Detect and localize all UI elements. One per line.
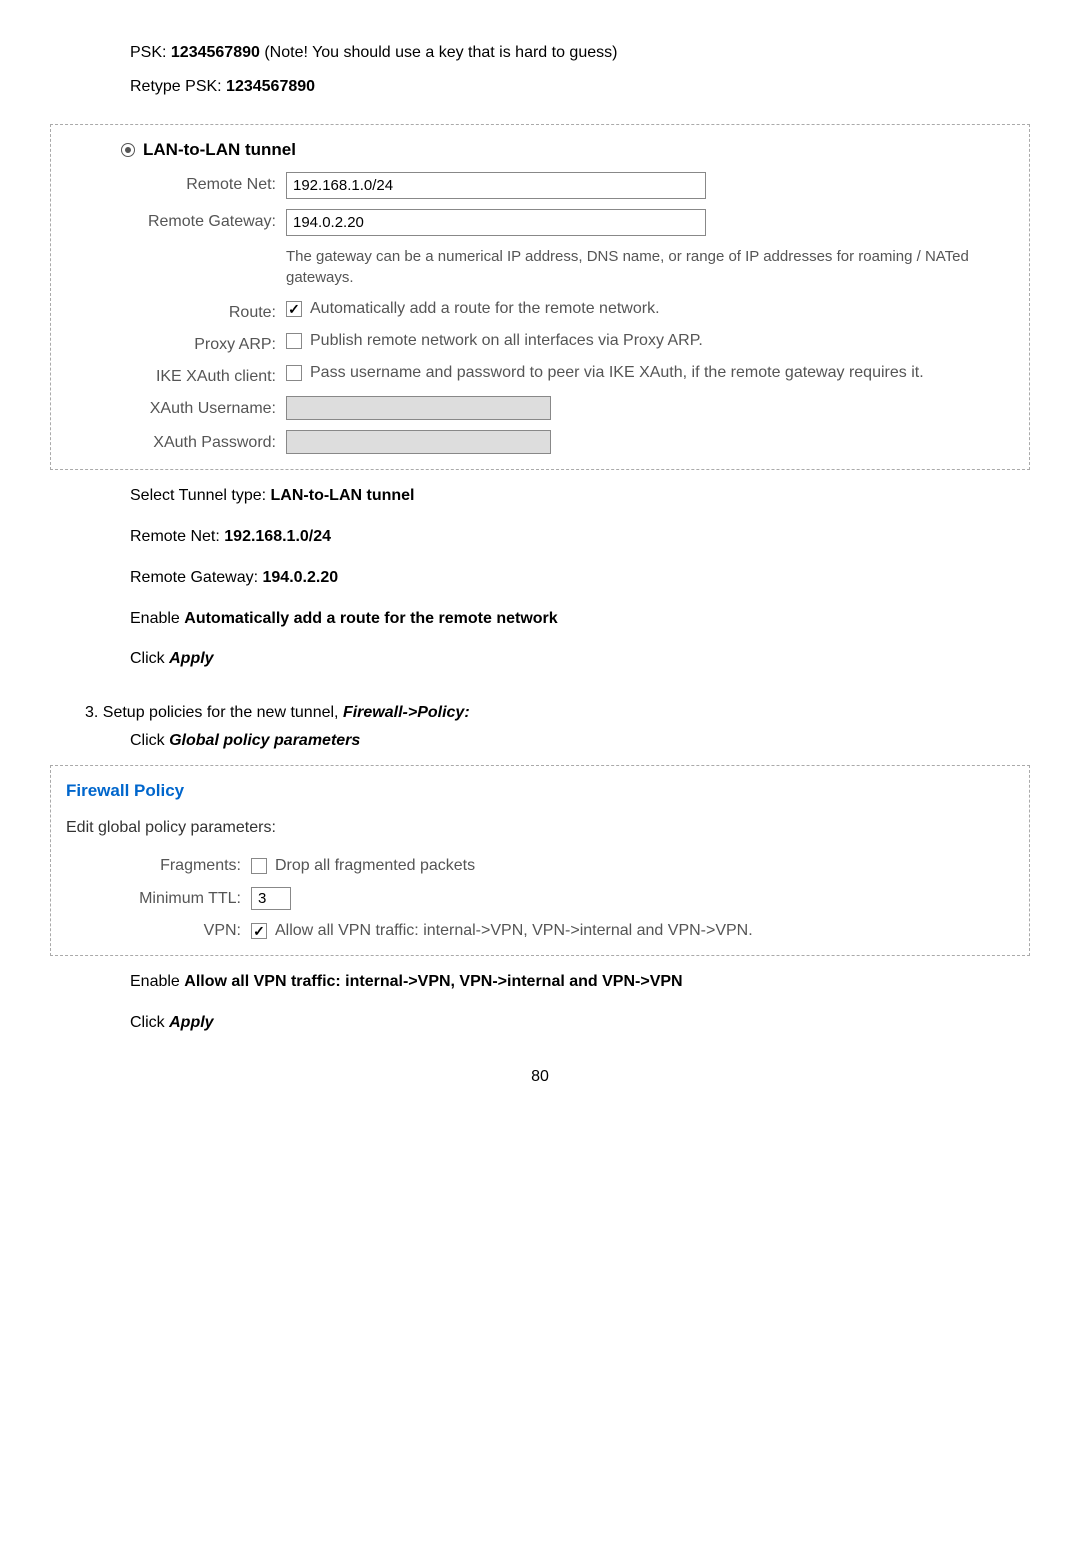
lan-tunnel-panel: LAN-to-LAN tunnel Remote Net: Remote Gat…	[50, 124, 1030, 470]
psk-line: PSK: 1234567890 (Note! You should use a …	[130, 40, 1030, 66]
remote-net-row: Remote Net:	[121, 172, 1019, 199]
vpn-label: VPN:	[121, 922, 251, 940]
step3-pre: 3. Setup policies for the new tunnel,	[85, 704, 343, 721]
xauth-password-input	[286, 430, 551, 454]
retype-psk-line: Retype PSK: 1234567890	[130, 74, 1030, 100]
proxy-arp-text: Publish remote network on all interfaces…	[310, 332, 703, 350]
lan-tunnel-radio[interactable]	[121, 143, 135, 157]
remote-net-input[interactable]	[286, 172, 706, 199]
click-apply2-line: Click Apply	[130, 1009, 1030, 1038]
remote-net-pre: Remote Net:	[130, 528, 224, 545]
fragments-checkbox[interactable]	[251, 858, 267, 874]
remote-net-bold: 192.168.1.0/24	[224, 528, 331, 545]
route-text: Automatically add a route for the remote…	[310, 300, 660, 318]
xauth-username-row: XAuth Username:	[121, 396, 1019, 420]
enable-route-line: Enable Automatically add a route for the…	[130, 605, 1030, 634]
proxy-arp-checkbox[interactable]	[286, 333, 302, 349]
route-label: Route:	[121, 300, 286, 322]
ike-xauth-text: Pass username and password to peer via I…	[310, 364, 924, 382]
remote-gw-pre: Remote Gateway:	[130, 569, 263, 586]
vpn-checkbox[interactable]	[251, 923, 267, 939]
remote-net-label: Remote Net:	[121, 172, 286, 194]
step3-click-bold: Global policy parameters	[169, 732, 360, 749]
min-ttl-input[interactable]	[251, 887, 291, 910]
select-tunnel-bold: LAN-to-LAN tunnel	[271, 487, 415, 504]
proxy-arp-row: Proxy ARP: Publish remote network on all…	[121, 332, 1019, 354]
min-ttl-row: Minimum TTL:	[121, 887, 1019, 910]
route-row: Route: Automatically add a route for the…	[121, 300, 1019, 322]
step3-line: 3. Setup policies for the new tunnel, Fi…	[85, 704, 1030, 722]
xauth-password-label: XAuth Password:	[121, 430, 286, 452]
remote-gateway-row: Remote Gateway:	[121, 209, 1019, 236]
lan-tunnel-header: LAN-to-LAN tunnel	[121, 140, 1019, 160]
enable-vpn-pre: Enable	[130, 973, 184, 990]
gateway-help-text: The gateway can be a numerical IP addres…	[286, 246, 1019, 288]
ike-xauth-checkbox[interactable]	[286, 365, 302, 381]
min-ttl-label: Minimum TTL:	[121, 890, 251, 908]
enable-bold: Automatically add a route for the remote…	[184, 610, 557, 627]
remote-gw-line: Remote Gateway: 194.0.2.20	[130, 564, 1030, 593]
route-checkbox[interactable]	[286, 301, 302, 317]
firewall-policy-subtitle: Edit global policy parameters:	[66, 819, 1019, 837]
lan-tunnel-title: LAN-to-LAN tunnel	[143, 140, 296, 160]
click-apply2-bold: Apply	[169, 1014, 213, 1031]
xauth-username-input	[286, 396, 551, 420]
remote-gw-bold: 194.0.2.20	[263, 569, 339, 586]
select-tunnel-line: Select Tunnel type: LAN-to-LAN tunnel	[130, 482, 1030, 511]
xauth-username-label: XAuth Username:	[121, 396, 286, 418]
select-tunnel-pre: Select Tunnel type:	[130, 487, 271, 504]
enable-pre: Enable	[130, 610, 184, 627]
vpn-row: VPN: Allow all VPN traffic: internal->VP…	[121, 922, 1019, 940]
retype-value: 1234567890	[226, 78, 315, 95]
step3-click-line: Click Global policy parameters	[130, 732, 1030, 750]
fragments-row: Fragments: Drop all fragmented packets	[121, 857, 1019, 875]
enable-vpn-bold: Allow all VPN traffic: internal->VPN, VP…	[184, 973, 682, 990]
click-apply2-pre: Click	[130, 1014, 169, 1031]
psk-label: PSK:	[130, 44, 171, 61]
click-apply-line: Click Apply	[130, 645, 1030, 674]
remote-net-line: Remote Net: 192.168.1.0/24	[130, 523, 1030, 552]
click-pre: Click	[130, 650, 169, 667]
step3-bold: Firewall->Policy:	[343, 704, 470, 721]
remote-gateway-input[interactable]	[286, 209, 706, 236]
psk-value: 1234567890	[171, 44, 260, 61]
fragments-text: Drop all fragmented packets	[275, 857, 475, 875]
retype-label: Retype PSK:	[130, 78, 226, 95]
click-apply-bold: Apply	[169, 650, 213, 667]
proxy-arp-label: Proxy ARP:	[121, 332, 286, 354]
enable-vpn-line: Enable Allow all VPN traffic: internal->…	[130, 968, 1030, 997]
xauth-password-row: XAuth Password:	[121, 430, 1019, 454]
fragments-label: Fragments:	[121, 857, 251, 875]
ike-xauth-row: IKE XAuth client: Pass username and pass…	[121, 364, 1019, 386]
firewall-policy-title: Firewall Policy	[66, 781, 1019, 801]
psk-note: (Note! You should use a key that is hard…	[260, 44, 618, 61]
step3-click-pre: Click	[130, 732, 169, 749]
ike-xauth-label: IKE XAuth client:	[121, 364, 286, 386]
firewall-policy-panel: Firewall Policy Edit global policy param…	[50, 765, 1030, 956]
page-number: 80	[50, 1068, 1030, 1086]
remote-gateway-label: Remote Gateway:	[121, 209, 286, 231]
vpn-text: Allow all VPN traffic: internal->VPN, VP…	[275, 922, 753, 940]
